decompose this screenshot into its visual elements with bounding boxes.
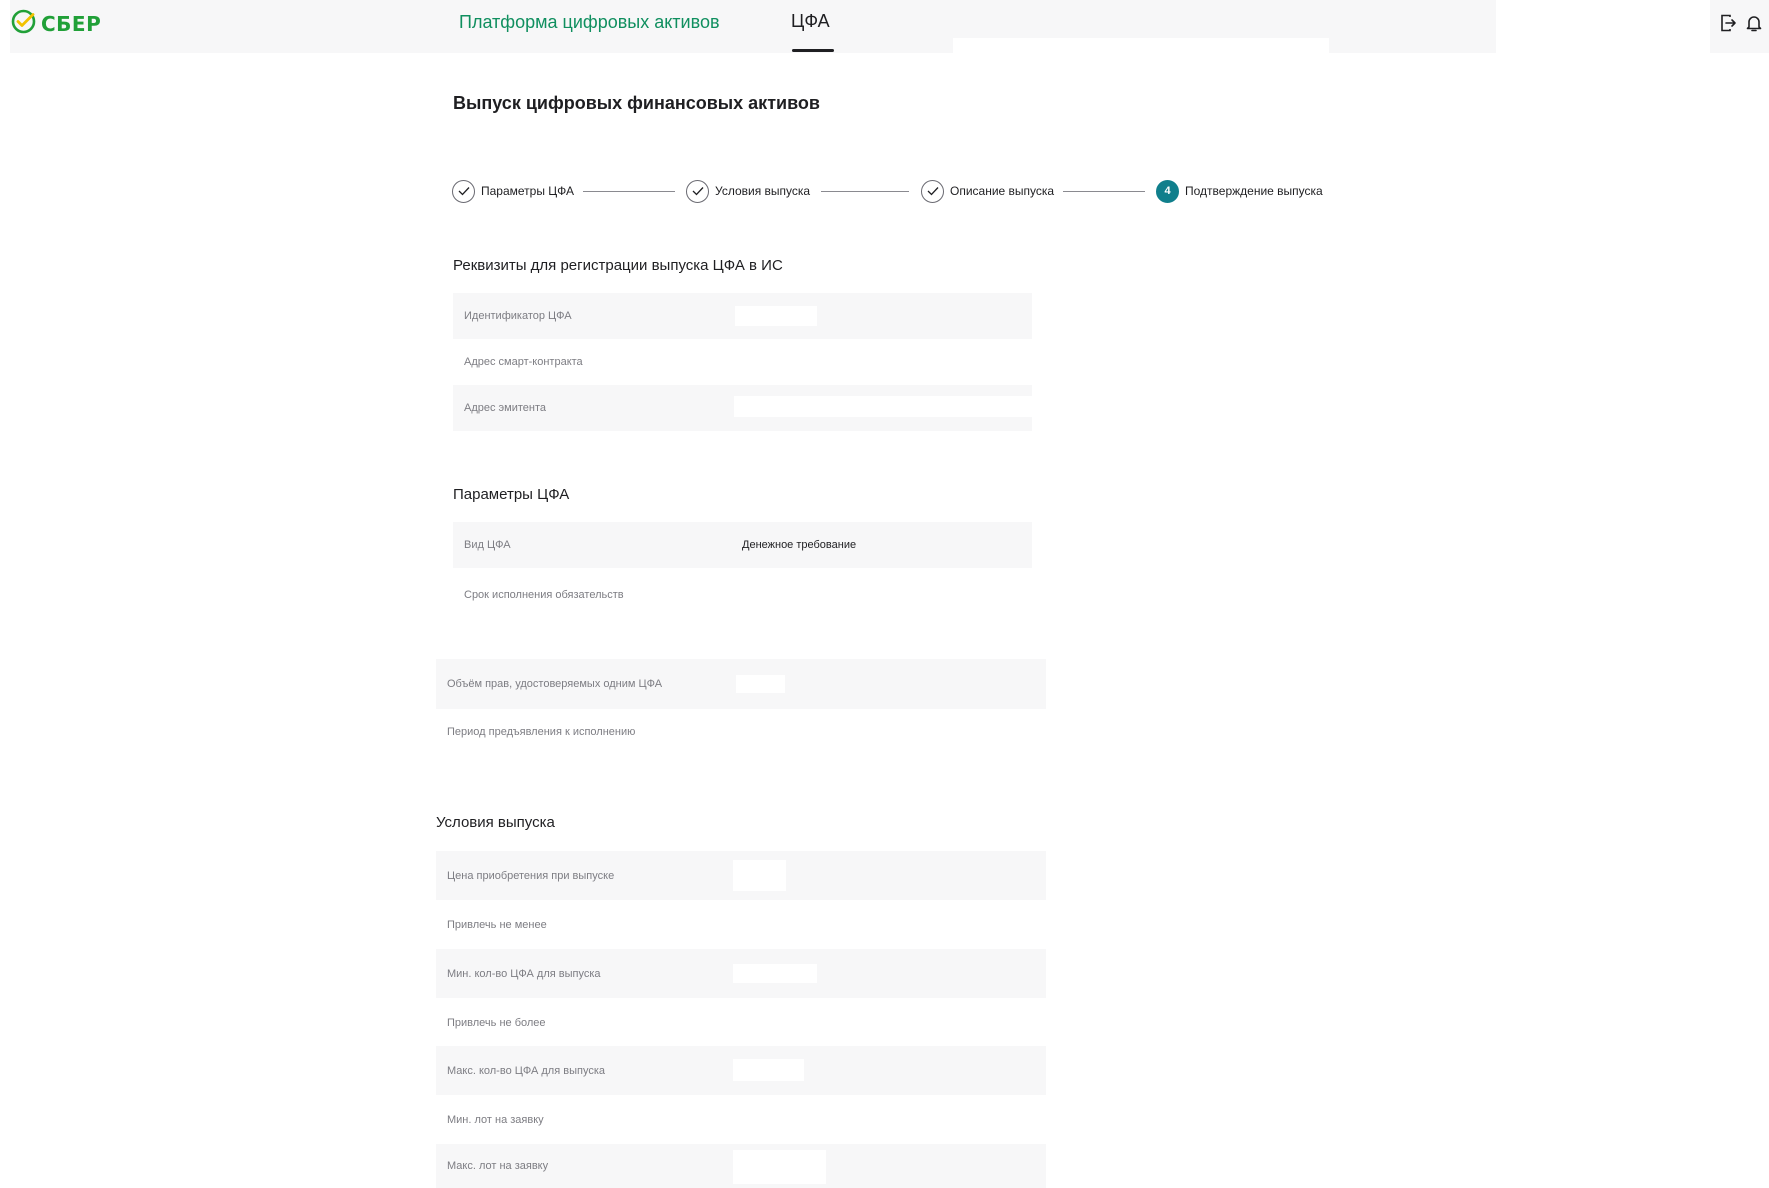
tab-active-indicator: [792, 49, 834, 52]
logo-text: СБЕР: [41, 12, 102, 36]
row-label: Цена приобретения при выпуске: [447, 869, 615, 882]
logout-icon[interactable]: [1719, 13, 1737, 33]
table-row: Адрес смарт-контракта: [453, 339, 1032, 385]
table-row: Период предъявления к исполнению: [436, 709, 1046, 755]
requisites-section-title: Реквизиты для регистрации выпуска ЦФА в …: [453, 257, 783, 274]
step-label: Описание выпуска: [950, 184, 1055, 198]
row-label: Срок исполнения обязательств: [464, 589, 624, 601]
check-icon: [921, 179, 944, 203]
step-issue-conditions[interactable]: Условия выпуска: [686, 179, 810, 203]
row-label: Объём прав, удостоверяемых одним ЦФА: [447, 678, 663, 690]
sber-check-icon: [11, 9, 36, 39]
table-row: Привлечь не менее: [436, 900, 1046, 949]
step-label: Условия выпуска: [715, 184, 811, 198]
redacted-value: [733, 1059, 804, 1081]
table-row: Мин. лот на заявку: [436, 1095, 1046, 1144]
step-cfa-params[interactable]: Параметры ЦФА: [452, 179, 574, 203]
bell-icon[interactable]: [1745, 13, 1763, 33]
conditions-section-title: Условия выпуска: [436, 814, 555, 831]
row-label: Привлечь не менее: [447, 918, 547, 931]
redacted-value: [733, 1150, 826, 1184]
row-label: Идентификатор ЦФА: [464, 310, 572, 322]
row-label: Период предъявления к исполнению: [447, 726, 636, 738]
step-connector: [1063, 191, 1145, 192]
step-connector: [583, 191, 675, 192]
page-title: Выпуск цифровых финансовых активов: [453, 93, 820, 113]
check-icon: [452, 179, 475, 203]
table-row: Привлечь не более: [436, 998, 1046, 1047]
step-number: 4: [1156, 179, 1179, 203]
row-label: Привлечь не более: [447, 1016, 546, 1029]
row-label: Мин. лот на заявку: [447, 1113, 544, 1126]
params-section-title: Параметры ЦФА: [453, 486, 570, 503]
table-row: Адрес эмитента: [453, 385, 1032, 431]
row-label: Макс. лот на заявку: [447, 1160, 549, 1172]
table-row: Объём прав, удостоверяемых одним ЦФА: [436, 659, 1046, 709]
step-label: Подтверждение выпуска: [1185, 184, 1323, 198]
redacted-value: [733, 860, 786, 891]
table-row: Макс. кол-во ЦФА для выпуска: [436, 1046, 1046, 1095]
step-issue-description[interactable]: Описание выпуска: [921, 179, 1054, 203]
tab-cfa[interactable]: ЦФА: [791, 11, 830, 32]
step-connector: [821, 191, 909, 192]
redacted-value: [736, 675, 785, 693]
header-divider-gap: [953, 38, 1329, 53]
platform-link[interactable]: Платформа цифровых активов: [459, 12, 720, 33]
row-label: Мин. кол-во ЦФА для выпуска: [447, 967, 601, 980]
table-row: Мин. кол-во ЦФА для выпуска: [436, 949, 1046, 998]
step-label: Параметры ЦФА: [481, 184, 575, 198]
row-label: Адрес эмитента: [464, 402, 547, 414]
table-row: Срок исполнения обязательств: [453, 572, 1032, 618]
row-label: Адрес смарт-контракта: [464, 356, 583, 368]
check-icon: [686, 179, 709, 203]
row-label: Макс. кол-во ЦФА для выпуска: [447, 1064, 605, 1077]
redacted-value: [735, 306, 817, 326]
sber-logo[interactable]: СБЕР: [11, 9, 101, 39]
table-row: Вид ЦФА Денежное требование: [453, 522, 1032, 568]
row-value: Денежное требование: [742, 539, 857, 551]
redacted-value: [733, 964, 817, 983]
redacted-value: [734, 396, 1032, 417]
row-label: Вид ЦФА: [464, 539, 511, 551]
table-row: Идентификатор ЦФА: [453, 293, 1032, 339]
table-row: Цена приобретения при выпуске: [436, 851, 1046, 900]
table-row: Макс. лот на заявку: [436, 1144, 1046, 1188]
step-issue-confirmation[interactable]: 4 Подтверждение выпуска: [1156, 179, 1323, 203]
